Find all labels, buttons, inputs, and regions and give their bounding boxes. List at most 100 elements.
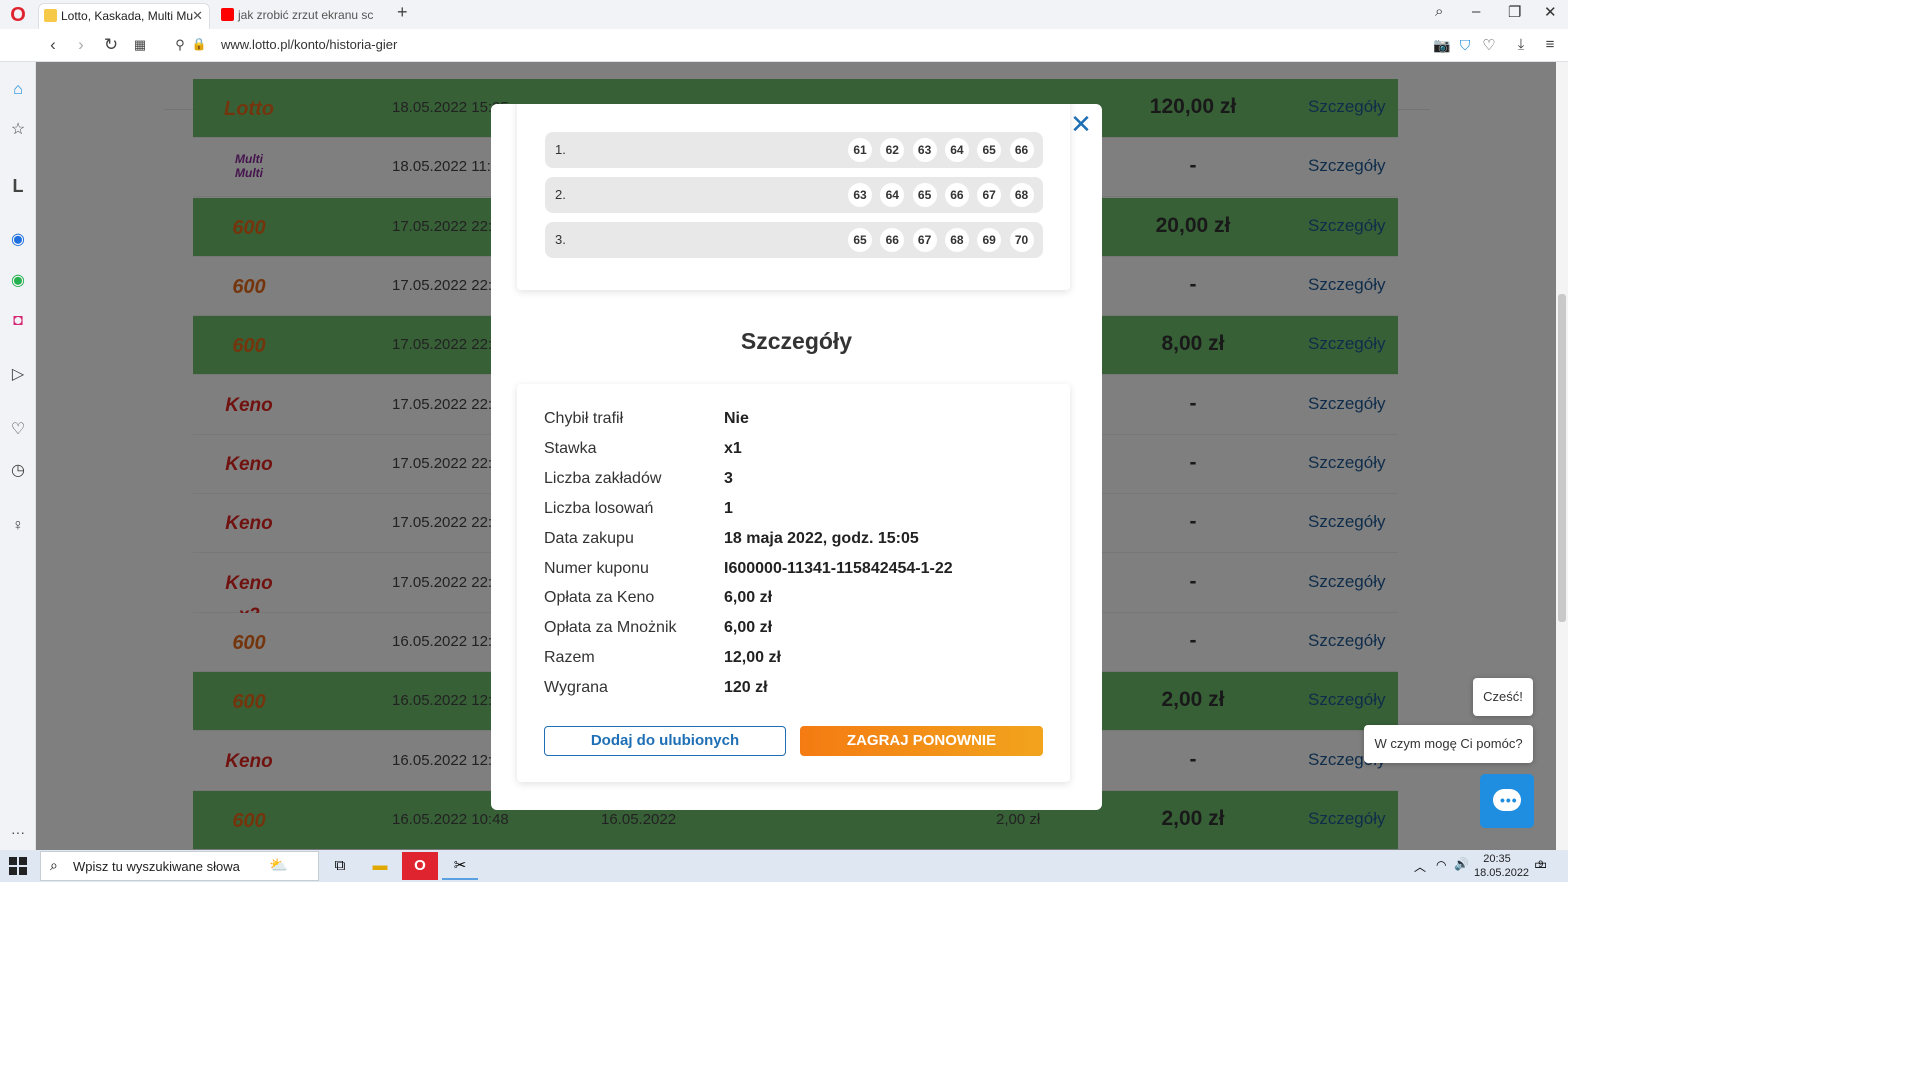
file-explorer-icon[interactable]: ▬	[362, 852, 398, 880]
clock[interactable]: 20:35 18.05.2022	[1474, 852, 1530, 880]
detail-value: 120 zł	[724, 679, 768, 697]
bet-row: 1. 61 62 63 64 65 66	[545, 132, 1043, 168]
vpn-shield-icon[interactable]: ⛉	[1455, 37, 1475, 54]
search-tabs-icon[interactable]: ⌕	[1435, 3, 1443, 20]
detail-value: 3	[724, 469, 733, 487]
number-ball: 62	[880, 138, 905, 162]
chat-button[interactable]: •••	[1480, 774, 1534, 828]
opera-logo-icon[interactable]: O	[4, 4, 32, 28]
number-ball: 68	[944, 228, 969, 252]
number-ball: 64	[880, 183, 905, 207]
tab-label: jak zrobić zrzut ekranu sc	[238, 8, 374, 22]
bets-card: 1. 61 62 63 64 65 66 2. 63 64 65 66 67 68 3. 65 66 67 68 69…	[517, 104, 1070, 290]
search-placeholder: Wpisz tu wyszukiwane słowa	[73, 859, 240, 874]
bet-index: 3.	[555, 232, 566, 247]
detail-value: I600000-11341-115842454-1-22	[724, 559, 953, 577]
snipping-tool-icon[interactable]: ✂	[442, 852, 478, 880]
detail-label: Data zakupu	[544, 529, 634, 547]
lock-icon: 🔒	[191, 37, 207, 51]
browser-sidebar: ⌂ ☆ L ◉ ◉ ◘ ▷ ♡ ◷ ♀ ···	[0, 62, 36, 850]
task-view-icon[interactable]: ⧉	[322, 852, 358, 880]
tab-youtube[interactable]: jak zrobić zrzut ekranu sc	[216, 3, 386, 29]
detail-value: 6,00 zł	[724, 589, 773, 607]
notification-count: 9	[1538, 859, 1544, 869]
close-icon[interactable]: ✕	[1069, 111, 1093, 137]
add-to-favorites-button[interactable]: Dodaj do ulubionych	[544, 726, 786, 756]
whatsapp-icon[interactable]: ◉	[8, 271, 28, 291]
back-icon[interactable]: ‹	[43, 35, 63, 55]
aria-l-icon[interactable]: L	[8, 176, 28, 196]
youtube-favicon-icon	[221, 8, 234, 21]
weather-widget-icon[interactable]: ⛅	[269, 856, 288, 874]
detail-row: Stawka x1	[544, 440, 1044, 464]
number-ball: 61	[848, 138, 872, 162]
clock-time: 20:35	[1483, 853, 1511, 865]
tab-close-icon[interactable]: ✕	[192, 4, 203, 28]
volume-icon[interactable]: 🔊	[1454, 857, 1469, 871]
detail-label: Wygrana	[544, 679, 608, 697]
download-icon[interactable]: ⤓	[1511, 36, 1531, 53]
number-ball: 66	[880, 228, 905, 252]
number-ball: 65	[912, 183, 937, 207]
favorites-icon[interactable]: ♡	[8, 420, 28, 440]
detail-row: Opłata za Mnożnik 6,00 zł	[544, 619, 1044, 643]
minimize-icon[interactable]: –	[1472, 3, 1480, 20]
notifications-icon[interactable]: ▭9	[1534, 856, 1552, 873]
more-icon[interactable]: ···	[8, 822, 28, 842]
number-ball: 69	[977, 228, 1002, 252]
url-field[interactable]: www.lotto.pl/konto/historia-gier	[221, 37, 397, 52]
tray-arrow-icon[interactable]: ︿	[1414, 858, 1426, 875]
messenger-icon[interactable]: ◉	[8, 230, 28, 250]
opera-taskbar-icon[interactable]: O	[402, 852, 438, 880]
page-content: Moje konto Historia Gier Portfel Wiadomo…	[36, 62, 1556, 850]
scrollbar-thumb[interactable]	[1558, 294, 1566, 622]
forward-icon[interactable]: ›	[71, 35, 91, 55]
player-icon[interactable]: ▷	[8, 365, 28, 385]
number-ball: 63	[912, 138, 937, 162]
restore-icon[interactable]: ❐	[1508, 3, 1521, 21]
number-ball: 63	[848, 183, 872, 207]
home-icon[interactable]: ⌂	[8, 80, 28, 100]
details-card: Dodaj do ulubionych ZAGRAJ PONOWNIE Chyb…	[517, 384, 1070, 782]
heart-icon[interactable]: ♡	[1479, 36, 1499, 54]
tab-lotto[interactable]: Lotto, Kaskada, Multi Mu ✕	[38, 3, 210, 29]
close-window-icon[interactable]: ✕	[1544, 3, 1557, 21]
detail-label: Liczba losowań	[544, 499, 654, 517]
detail-value: 1	[724, 499, 733, 517]
detail-row: Chybił trafił Nie	[544, 410, 1044, 434]
network-icon[interactable]: ◠	[1436, 858, 1446, 872]
number-ball: 66	[944, 183, 969, 207]
address-bar: ‹ › ↻ ▦ ⚲ 🔒 www.lotto.pl/konto/historia-…	[0, 29, 1568, 62]
clock-date: 18.05.2022	[1474, 867, 1530, 879]
number-ball: 70	[1009, 228, 1034, 252]
detail-row: Liczba losowań 1	[544, 500, 1044, 524]
security-key-icon[interactable]: ⚲	[170, 37, 190, 53]
taskbar-search[interactable]: ⌕ Wpisz tu wyszukiwane słowa ⛅	[40, 851, 319, 881]
detail-row: Wygrana 120 zł	[544, 679, 1044, 703]
detail-row: Opłata za Keno 6,00 zł	[544, 589, 1044, 613]
history-icon[interactable]: ◷	[8, 461, 28, 481]
chat-question-bubble[interactable]: W czym mogę Ci pomóc?	[1364, 725, 1533, 763]
detail-label: Stawka	[544, 439, 597, 457]
speed-dial-icon[interactable]: ▦	[130, 37, 150, 53]
camera-icon[interactable]: 📷	[1432, 37, 1452, 54]
detail-value: 12,00 zł	[724, 649, 781, 667]
chat-greeting-bubble[interactable]: Cześć!	[1473, 678, 1533, 716]
tips-bulb-icon[interactable]: ♀	[8, 516, 28, 536]
lotto-favicon-icon	[44, 9, 57, 22]
ai-star-icon[interactable]: ☆	[8, 120, 28, 140]
bet-row: 2. 63 64 65 66 67 68	[545, 177, 1043, 213]
reload-icon[interactable]: ↻	[101, 35, 121, 55]
play-again-button[interactable]: ZAGRAJ PONOWNIE	[800, 726, 1043, 756]
page-scrollbar[interactable]	[1556, 62, 1568, 850]
detail-value: x1	[724, 439, 742, 457]
new-tab-icon[interactable]: +	[397, 2, 408, 23]
instagram-icon[interactable]: ◘	[8, 311, 28, 331]
menu-icon[interactable]: ≡	[1540, 36, 1560, 53]
bet-index: 2.	[555, 187, 566, 202]
windows-start-icon[interactable]	[9, 857, 27, 875]
chat-dots-icon: •••	[1500, 792, 1518, 808]
number-ball: 68	[1009, 183, 1034, 207]
detail-label: Opłata za Keno	[544, 589, 655, 607]
detail-row: Liczba zakładów 3	[544, 470, 1044, 494]
